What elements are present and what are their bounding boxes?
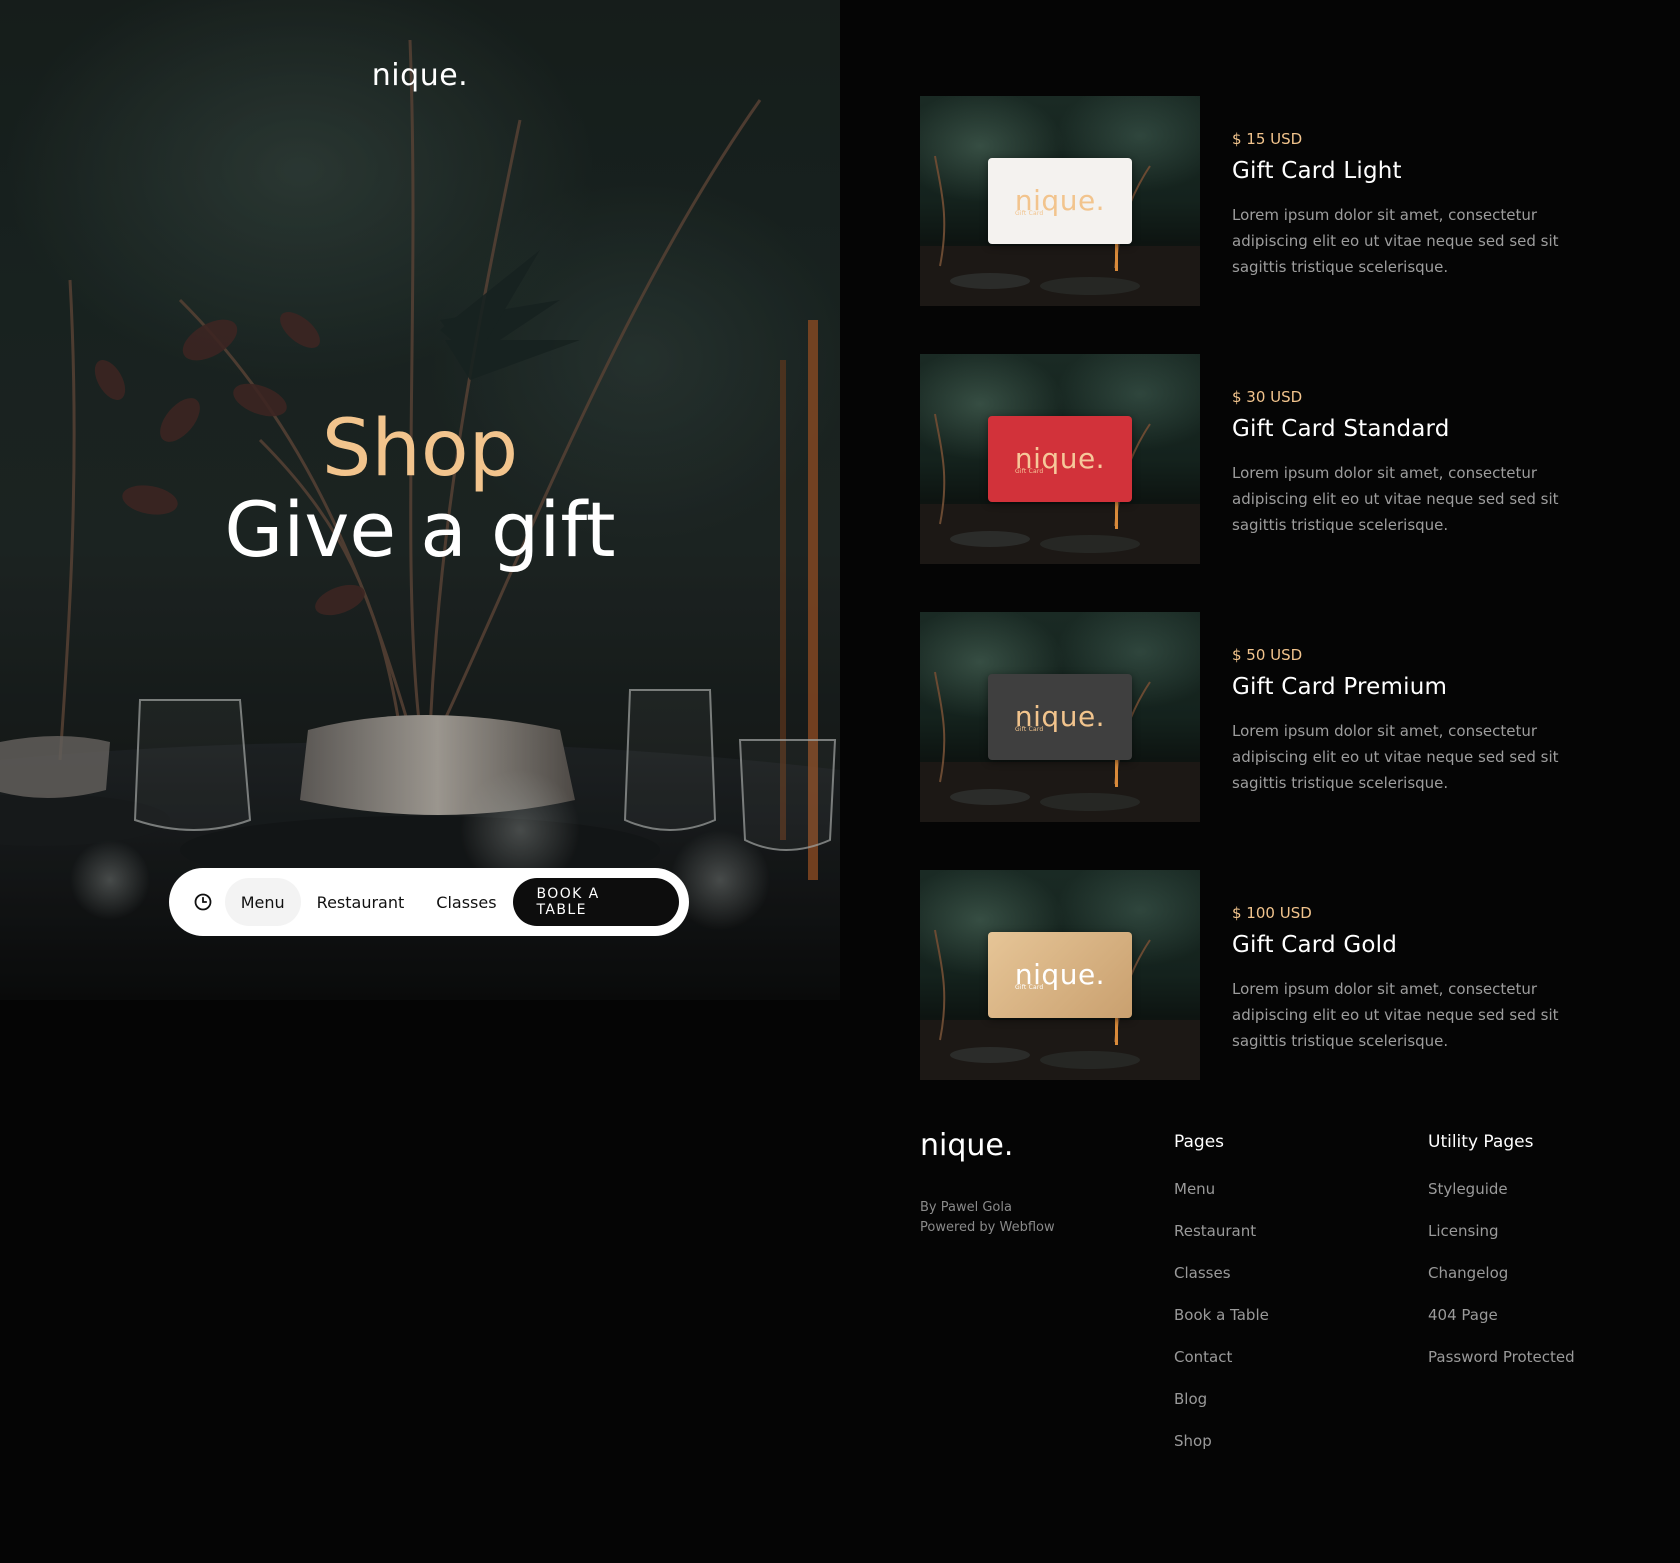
product-image[interactable]: nique. Gift Card (920, 612, 1200, 822)
footer-link-licensing[interactable]: Licensing (1428, 1220, 1575, 1262)
brand-logo[interactable]: nique. (0, 58, 840, 93)
product-description: Lorem ipsum dolor sit amet, consectetur … (1232, 464, 1559, 534)
product-image[interactable]: nique. Gift Card (920, 96, 1200, 306)
product-image[interactable]: nique. Gift Card (920, 870, 1200, 1080)
nav-item-menu[interactable]: Menu (224, 878, 301, 926)
product-price: $ 15 USD (1232, 130, 1303, 148)
product-item[interactable]: nique. Gift Card $ 30 USD Gift Card Stan… (920, 354, 1610, 612)
product-name[interactable]: Gift Card Premium (1232, 674, 1592, 700)
bottom-navbar: Menu Restaurant Classes BOOK A TABLE (169, 868, 689, 936)
footer-utility-column: Utility Pages Styleguide Licensing Chang… (1428, 1132, 1575, 1388)
gift-card-label: Gift Card (1015, 984, 1044, 991)
footer-pages-title: Pages (1174, 1132, 1225, 1152)
gift-card-visual: nique. Gift Card (988, 416, 1132, 502)
gift-card-label: Gift Card (1015, 468, 1044, 475)
footer-link-styleguide[interactable]: Styleguide (1428, 1178, 1575, 1220)
footer-utility-title: Utility Pages (1428, 1132, 1534, 1152)
gift-card-visual: nique. Gift Card (988, 932, 1132, 1018)
footer-logo[interactable]: nique. (920, 1128, 1013, 1163)
product-description: Lorem ipsum dolor sit amet, consectetur … (1232, 722, 1559, 792)
product-name[interactable]: Gift Card Light (1232, 158, 1592, 184)
footer-link-book-a-table[interactable]: Book a Table (1174, 1304, 1269, 1346)
nav-item-classes[interactable]: Classes (420, 878, 512, 926)
footer-link-restaurant[interactable]: Restaurant (1174, 1220, 1269, 1262)
product-name[interactable]: Gift Card Standard (1232, 416, 1592, 442)
product-image[interactable]: nique. Gift Card (920, 354, 1200, 564)
credit-powered-by[interactable]: Powered by Webflow (920, 1218, 1055, 1238)
gift-card-label: Gift Card (1015, 726, 1044, 733)
footer-link-classes[interactable]: Classes (1174, 1262, 1269, 1304)
product-item[interactable]: nique. Gift Card $ 100 USD Gift Card Gol… (920, 870, 1610, 1128)
product-item[interactable]: nique. Gift Card $ 15 USD Gift Card Ligh… (920, 96, 1610, 354)
hero-title-give-a-gift: Give a gift (224, 485, 616, 574)
clock-icon[interactable] (181, 880, 225, 924)
product-price: $ 30 USD (1232, 388, 1303, 406)
gift-card-list: nique. Gift Card $ 15 USD Gift Card Ligh… (920, 96, 1610, 1128)
gift-card-visual: nique. Gift Card (988, 158, 1132, 244)
product-price: $ 100 USD (1232, 904, 1312, 922)
gift-card-visual: nique. Gift Card (988, 674, 1132, 760)
product-description: Lorem ipsum dolor sit amet, consectetur … (1232, 980, 1559, 1050)
footer-link-contact[interactable]: Contact (1174, 1346, 1269, 1388)
hero-section: nique. Shop Give a gift Menu Restaurant … (0, 0, 840, 1000)
nav-item-restaurant[interactable]: Restaurant (301, 878, 421, 926)
product-price: $ 50 USD (1232, 646, 1303, 664)
gift-card-label: Gift Card (1015, 210, 1044, 217)
footer-pages-column: Pages Menu Restaurant Classes Book a Tab… (1174, 1132, 1269, 1472)
hero-title-shop: Shop (321, 404, 519, 494)
footer-link-404-page[interactable]: 404 Page (1428, 1304, 1575, 1346)
product-name[interactable]: Gift Card Gold (1232, 932, 1592, 958)
credit-author[interactable]: By Pawel Gola (920, 1198, 1055, 1218)
footer-link-shop[interactable]: Shop (1174, 1430, 1269, 1472)
footer-link-menu[interactable]: Menu (1174, 1178, 1269, 1220)
footer-link-blog[interactable]: Blog (1174, 1388, 1269, 1430)
footer-link-password-protected[interactable]: Password Protected (1428, 1346, 1575, 1388)
product-description: Lorem ipsum dolor sit amet, consectetur … (1232, 206, 1559, 276)
footer-credits: By Pawel Gola Powered by Webflow (920, 1198, 1055, 1238)
product-item[interactable]: nique. Gift Card $ 50 USD Gift Card Prem… (920, 612, 1610, 870)
book-a-table-button[interactable]: BOOK A TABLE (512, 878, 679, 926)
footer-link-changelog[interactable]: Changelog (1428, 1262, 1575, 1304)
